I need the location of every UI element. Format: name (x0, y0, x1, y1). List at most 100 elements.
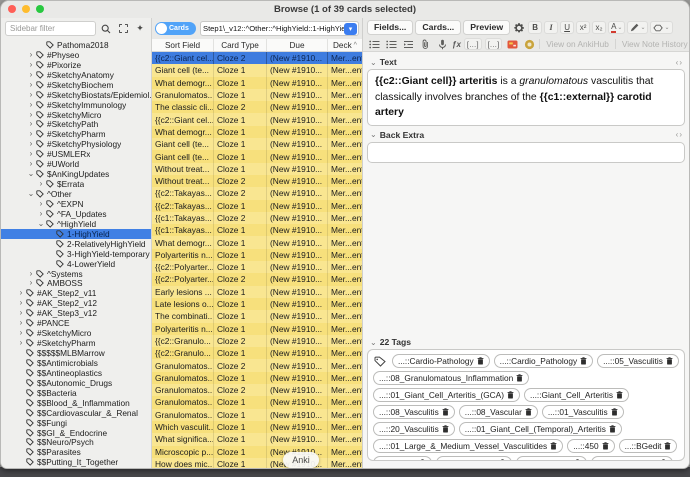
underline-button[interactable]: U (560, 21, 574, 34)
table-row[interactable]: Without treat... Cloze 2 (New #1910... M… (152, 175, 362, 187)
disclosure-arrow-icon[interactable]: › (27, 130, 35, 138)
sidebar-item[interactable]: › #SketchyPharm (1, 338, 151, 348)
sidebar-item[interactable]: 3-HighYield-temporary (1, 249, 151, 259)
disclosure-arrow-icon[interactable]: › (37, 210, 45, 218)
sidebar-item[interactable]: Pathoma2018 (1, 40, 151, 50)
math-fx-button[interactable]: ƒx (452, 40, 461, 49)
sidebar-item[interactable]: › #Pixorize (1, 60, 151, 70)
tag-pill[interactable]: ...::01_Vasculitis (542, 405, 624, 419)
table-row[interactable]: Polyarteritis n... Cloze 1 (New #1910...… (152, 323, 362, 335)
table-row[interactable]: {{c2::Granulo... Cloze 2 (New #1910... M… (152, 335, 362, 347)
sidebar-item[interactable]: $$Neuro/Psych (1, 438, 151, 448)
image-occlusion-icon[interactable] (505, 38, 519, 50)
tag-pill[interactable]: ...::01_Large_&_Medium_Vessel_Vasculitid… (373, 439, 563, 453)
table-row[interactable]: Granulomatos... Cloze 1 (New #1910... Me… (152, 396, 362, 408)
tag-pill[interactable]: ...::Pathology (516, 456, 586, 461)
table-row[interactable]: What demogr... Cloze 1 (New #1910... Mer… (152, 77, 362, 89)
column-header-card-type[interactable]: Card Type (214, 39, 267, 51)
tag-pill[interactable]: ...::Giant_Cell_Arteritis (524, 388, 629, 402)
table-row[interactable]: {{c2::Takayas... Cloze 1 (New #1910... M… (152, 200, 362, 212)
table-row[interactable]: Giant cell (te... Cloze 1 (New #1910... … (152, 138, 362, 150)
cards-button[interactable]: Cards... (415, 20, 461, 35)
table-row[interactable]: {{c2::Granulo... Cloze 1 (New #1910... M… (152, 347, 362, 359)
table-row[interactable]: What demogr... Cloze 1 (New #1910... Mer… (152, 126, 362, 138)
tag-pill[interactable]: ...::05_Vasculitis (597, 354, 679, 368)
disclosure-arrow-icon[interactable]: › (17, 299, 25, 307)
subscript-button[interactable]: x₂ (592, 21, 606, 34)
sidebar-item[interactable]: › #PANCE (1, 318, 151, 328)
paperclip-icon[interactable] (418, 38, 432, 50)
sidebar-item[interactable]: › #SketchyPhysiology (1, 139, 151, 149)
tag-pill[interactable]: ...::20_Vasculitis (373, 422, 455, 436)
disclosure-arrow-icon[interactable]: › (27, 120, 35, 128)
disclosure-arrow-icon[interactable]: › (27, 81, 35, 89)
table-row[interactable]: What demogr... Cloze 1 (New #1910... Mer… (152, 236, 362, 248)
table-row[interactable]: Polyarteritis n... Cloze 1 (New #1910...… (152, 249, 362, 261)
bold-button[interactable]: B (528, 21, 542, 34)
superscript-button[interactable]: x² (576, 21, 590, 34)
remove-formatting-button[interactable]: ⌄ (650, 21, 672, 34)
disclosure-arrow-icon[interactable]: › (27, 91, 35, 99)
fields-button[interactable]: Fields... (367, 20, 413, 35)
table-row[interactable]: What significa... Cloze 1 (New #1910... … (152, 433, 362, 445)
sidebar-filter-input[interactable] (5, 21, 96, 36)
disclosure-arrow-icon[interactable]: ⌄ (27, 190, 35, 198)
table-row[interactable]: Granulomatos... Cloze 1 (New #1910... Me… (152, 409, 362, 421)
minimize-button[interactable] (22, 5, 30, 13)
tag-pill[interactable]: ...::450 (567, 439, 614, 453)
sidebar-item[interactable]: › #UWorld (1, 159, 151, 169)
column-header-sort-field[interactable]: Sort Field (152, 39, 214, 51)
disclosure-arrow-icon[interactable]: › (27, 270, 35, 278)
microphone-icon[interactable] (435, 38, 449, 50)
sidebar-item[interactable]: ⌄ ^HighYield (1, 219, 151, 229)
table-row[interactable]: The classic cli... Cloze 2 (New #1910...… (152, 101, 362, 113)
italic-button[interactable]: I (544, 21, 558, 34)
tag-pill[interactable]: ...::08_Granulomatous_Inflammation (373, 371, 529, 385)
table-row[interactable]: {{c1::Takayas... Cloze 2 (New #1910... M… (152, 212, 362, 224)
ankihub-icon[interactable] (522, 38, 536, 50)
sidebar-item[interactable]: › #SketchyPath (1, 120, 151, 130)
disclosure-arrow-icon[interactable]: ⌄ (37, 220, 45, 228)
table-row[interactable]: Microscopic p... Cloze 1 (New #1910... M… (152, 446, 362, 458)
sidebar-item[interactable]: $$Autonomic_Drugs (1, 378, 151, 388)
sidebar-item[interactable]: $$GI_&_Endocrine (1, 428, 151, 438)
text-color-button[interactable]: A⌄ (608, 21, 625, 34)
sidebar-item[interactable]: › #SketchyPharm (1, 129, 151, 139)
disclosure-arrow-icon[interactable]: › (27, 61, 35, 69)
table-row[interactable]: How does mic... Cloze 1 (New #1910... Me… (152, 458, 362, 468)
table-row[interactable]: {{c2::Polyarter... Cloze 1 (New #1910...… (152, 261, 362, 273)
html-editor-toggle-icon[interactable]: ‹› (676, 130, 683, 139)
search-icon[interactable] (99, 22, 113, 36)
sidebar-item[interactable]: ⌄ ^Other (1, 189, 151, 199)
search-input[interactable] (203, 24, 344, 33)
sidebar-item[interactable]: › #SketchyMicro (1, 328, 151, 338)
sidebar-item[interactable]: ⌄ $AnKingUpdates (1, 169, 151, 179)
sidebar-item[interactable]: $$Antineoplastics (1, 368, 151, 378)
table-row[interactable]: {{c2::Giant cel... Cloze 1 (New #1910...… (152, 113, 362, 125)
tags-box[interactable]: ...::Cardio-Pathology ...::Cardio_Pathol… (367, 349, 685, 461)
sidebar-item[interactable]: $$Antimicrobials (1, 358, 151, 368)
sidebar-item[interactable]: $$Cardiovascular_&_Renal (1, 408, 151, 418)
table-row[interactable]: {{c2::Polyarter... Cloze 2 (New #1910...… (152, 273, 362, 285)
table-row[interactable]: {{c2::Takayas... Cloze 2 (New #1910... M… (152, 187, 362, 199)
search-history-chevron-icon[interactable]: ▾ (344, 23, 357, 35)
sidebar-item[interactable]: $$Blood_&_Inflammation (1, 398, 151, 408)
tag-pill[interactable]: ...::Cardio_Pathology (494, 354, 593, 368)
sidebar-item[interactable]: › $Errata (1, 179, 151, 189)
tag-pill[interactable]: ...::01_Giant_Cell_Arteritis_(GCA) (373, 388, 520, 402)
sidebar-item[interactable]: › ^EXPN (1, 199, 151, 209)
table-row[interactable]: Granulomatos... Cloze 1 (New #1910... Me… (152, 372, 362, 384)
sidebar-item[interactable]: 4-LowerYield (1, 259, 151, 269)
table-row[interactable]: Granulomatos... Cloze 2 (New #1910... Me… (152, 359, 362, 371)
view-note-history-link[interactable]: View Note History (619, 39, 690, 49)
sidebar-item[interactable]: › #AK_Step3_v12 (1, 308, 151, 318)
sidebar-item[interactable]: › ^Systems (1, 269, 151, 279)
text-field[interactable]: {{c2::Giant cell}} arteritis is a granul… (367, 69, 685, 126)
gear-icon[interactable] (512, 22, 526, 34)
sidebar-item[interactable]: › AMBOSS (1, 279, 151, 289)
table-row[interactable]: Early lesions ... Cloze 1 (New #1910... … (152, 286, 362, 298)
sidebar-item[interactable]: › #USMLERx (1, 149, 151, 159)
disclosure-arrow-icon[interactable]: › (27, 150, 35, 158)
sidebar-item[interactable]: $$Bacteria (1, 388, 151, 398)
disclosure-arrow-icon[interactable]: › (27, 101, 35, 109)
